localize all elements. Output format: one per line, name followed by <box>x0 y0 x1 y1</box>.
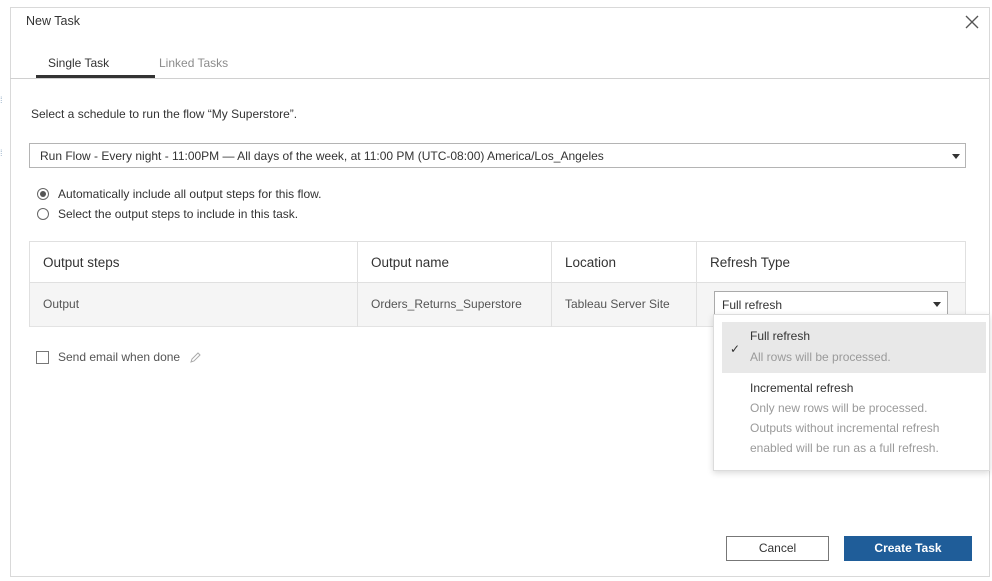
edge-mark: ⁞ <box>0 95 3 105</box>
column-header-output-name: Output name <box>371 255 450 270</box>
radio-label: Select the output steps to include in th… <box>58 207 299 221</box>
schedule-select-value: Run Flow - Every night - 11:00PM — All d… <box>40 149 604 163</box>
radio-include-all-outputs[interactable]: Automatically include all output steps f… <box>37 187 321 201</box>
check-icon: ✓ <box>730 342 741 356</box>
cell-output-step: Output <box>43 297 80 311</box>
send-email-checkbox[interactable] <box>36 350 49 364</box>
column-header-location: Location <box>565 255 617 270</box>
cancel-button[interactable]: Cancel <box>726 536 829 561</box>
edge-mark: ⁞ <box>0 148 3 158</box>
schedule-prompt: Select a schedule to run the flow “My Su… <box>31 107 298 121</box>
tab-bar: Single Task Linked Tasks <box>10 52 989 79</box>
table-divider <box>357 241 358 327</box>
radio-button-checked[interactable] <box>37 188 49 200</box>
option-incremental-refresh[interactable]: Incremental refresh Only new rows will b… <box>722 378 986 464</box>
option-full-refresh[interactable]: ✓ Full refresh All rows will be processe… <box>722 322 986 373</box>
cell-output-name: Orders_Returns_Superstore <box>371 297 522 311</box>
refresh-type-dropdown: ✓ Full refresh All rows will be processe… <box>713 314 990 471</box>
chevron-down-icon <box>952 154 960 159</box>
pencil-icon[interactable] <box>189 351 202 364</box>
send-email-toggle[interactable]: Send email when done <box>36 350 202 364</box>
option-label: Full refresh <box>750 329 811 343</box>
radio-button[interactable] <box>37 208 49 220</box>
close-icon <box>965 15 979 29</box>
option-description-line: Outputs without incremental refresh <box>750 421 940 435</box>
option-description: All rows will be processed. <box>750 350 891 364</box>
table-divider <box>696 241 697 327</box>
option-label: Incremental refresh <box>750 381 854 395</box>
column-header-refresh-type: Refresh Type <box>710 255 791 270</box>
table-divider <box>29 241 30 327</box>
active-tab-indicator <box>36 75 155 78</box>
create-task-button[interactable]: Create Task <box>844 536 972 561</box>
column-header-output-steps: Output steps <box>43 255 120 270</box>
refresh-type-value: Full refresh <box>722 298 783 312</box>
radio-label: Automatically include all output steps f… <box>58 187 322 201</box>
send-email-label: Send email when done <box>58 350 181 364</box>
option-description-line: enabled will be run as a full refresh. <box>750 441 939 455</box>
schedule-select[interactable]: Run Flow - Every night - 11:00PM — All d… <box>29 143 966 168</box>
radio-select-outputs[interactable]: Select the output steps to include in th… <box>37 207 298 221</box>
dialog-title: New Task <box>26 14 80 28</box>
tab-single-task[interactable]: Single Task <box>48 56 109 70</box>
table-divider <box>551 241 552 327</box>
chevron-down-icon <box>933 302 941 307</box>
tab-linked-tasks[interactable]: Linked Tasks <box>159 56 228 70</box>
cell-location: Tableau Server Site <box>565 297 670 311</box>
table-header-row: Output steps Output name Location Refres… <box>29 241 966 283</box>
option-description-line: Only new rows will be processed. <box>750 401 928 415</box>
close-button[interactable] <box>961 11 983 33</box>
